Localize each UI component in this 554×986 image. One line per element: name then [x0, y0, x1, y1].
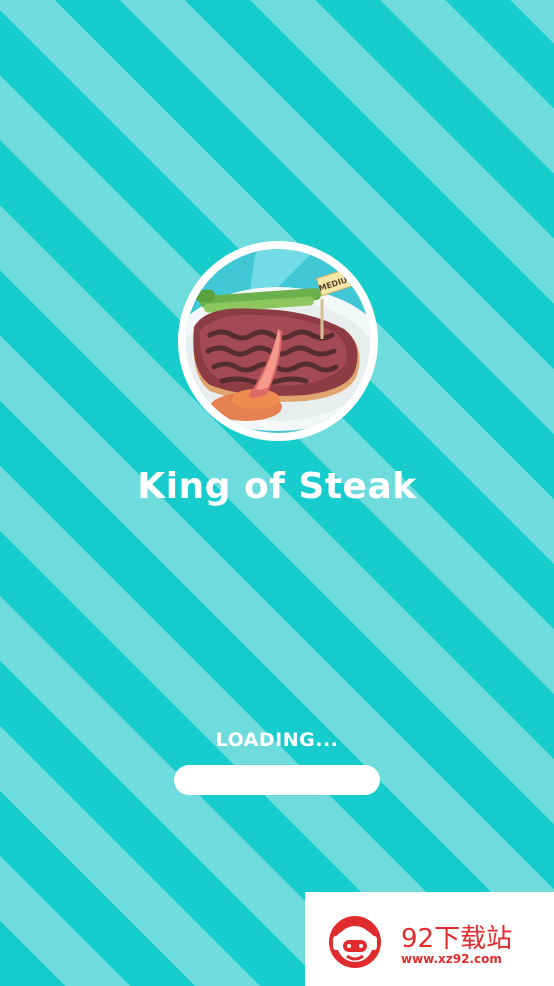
gamepad-mascot-logo: [329, 916, 381, 968]
watermark-url: www.xz92.com: [401, 952, 502, 966]
watermark-name: 92下载站: [401, 924, 513, 954]
game-icon: MEDIUM: [178, 241, 378, 441]
loading-progress-bar: [174, 765, 380, 795]
steak-plate-icon: MEDIUM: [186, 249, 370, 433]
game-title: King of Steak: [137, 466, 417, 507]
watermark-panel: 92下载站 www.xz92.com: [305, 892, 554, 986]
loading-label: LOADING...: [215, 729, 339, 751]
